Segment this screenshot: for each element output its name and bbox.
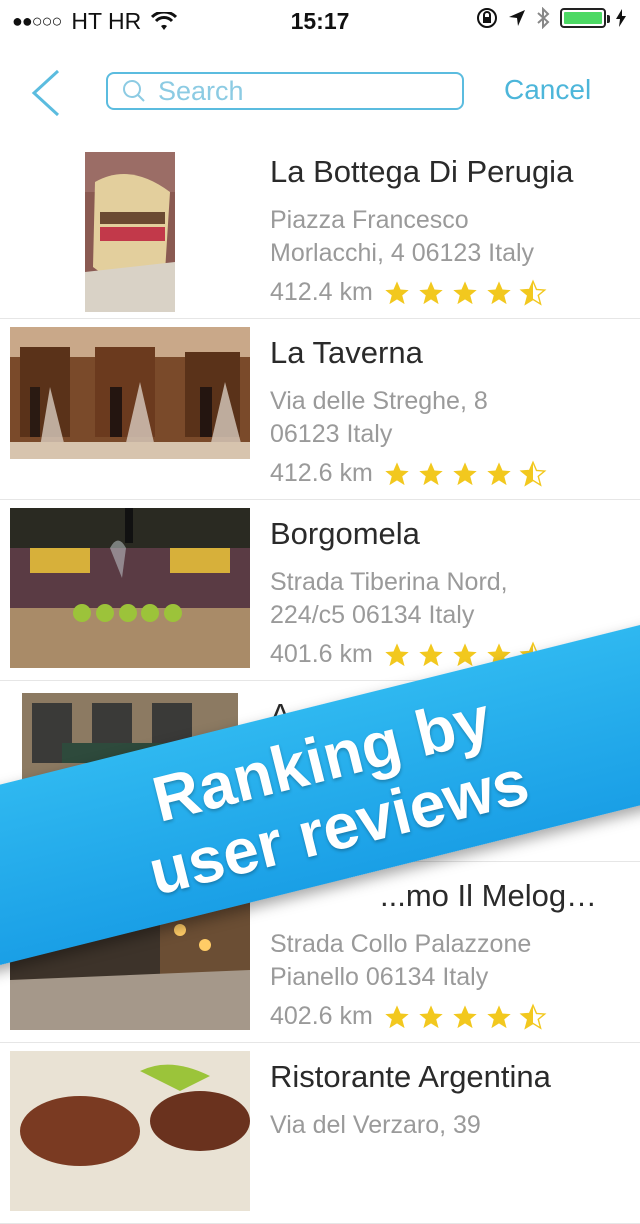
search-input[interactable]: [156, 74, 440, 108]
restaurant-address: Via delle Streghe, 8 06123 Italy: [270, 385, 625, 451]
star-icon: [385, 461, 409, 485]
restaurant-meta: 402.6 km: [270, 1002, 547, 1031]
address-line2: 06123 Italy: [270, 420, 393, 448]
back-chevron-icon[interactable]: [28, 68, 68, 118]
restaurant-name: La Taverna: [270, 335, 423, 370]
search-nav-bar: Cancel: [0, 60, 640, 126]
search-box[interactable]: [106, 72, 464, 110]
bluetooth-icon: [537, 7, 550, 29]
address-line2: Morlacchi, 4 06123 Italy: [270, 239, 535, 267]
star-icon: [487, 280, 511, 304]
restaurant-distance: 412.6 km: [270, 459, 373, 487]
star-icon: [419, 1004, 443, 1028]
restaurant-photo: [85, 152, 175, 312]
address-line2: Pianello 06134 Italy: [270, 963, 489, 991]
location-arrow-icon: [509, 10, 525, 26]
charging-icon: [616, 9, 626, 27]
restaurant-distance: 402.6 km: [270, 1002, 373, 1030]
address-line1: Via del Verzaro, 39: [270, 1111, 481, 1139]
star-icon: [385, 642, 409, 666]
address-line1: Via delle Streghe, 8: [270, 387, 488, 415]
star-icon: [419, 461, 443, 485]
restaurant-row[interactable]: La Taverna Via delle Streghe, 8 06123 It…: [0, 319, 640, 500]
star-icon: [419, 642, 443, 666]
restaurant-photo: [10, 1051, 250, 1211]
star-icon: [487, 1004, 511, 1028]
star-icon: [385, 280, 409, 304]
half-star-icon: [519, 279, 547, 306]
address-line1: Strada Tiberina Nord,: [270, 568, 508, 596]
restaurant-address: Strada Tiberina Nord, 224/c5 06134 Italy: [270, 566, 625, 632]
star-icon: [453, 1004, 477, 1028]
star-icon: [453, 642, 477, 666]
address-line2: 224/c5 06134 Italy: [270, 601, 475, 629]
restaurant-meta: 412.6 km: [270, 459, 547, 488]
restaurant-distance: 401.6 km: [270, 640, 373, 668]
restaurant-photo: [10, 327, 250, 459]
status-right: [476, 7, 626, 29]
star-icon: [487, 461, 511, 485]
star-icon: [385, 1004, 409, 1028]
cancel-button[interactable]: Cancel: [504, 74, 591, 106]
rating-stars: [383, 279, 547, 307]
status-bar: ●●○○○ HT HR 15:17: [0, 0, 640, 40]
lock-rotation-icon: [477, 8, 497, 28]
restaurant-row[interactable]: Ristorante Argentina Via del Verzaro, 39: [0, 1043, 640, 1224]
rating-stars: [383, 1003, 547, 1031]
restaurant-name: Borgomela: [270, 516, 420, 551]
restaurant-address: Piazza Francesco Morlacchi, 4 06123 Ital…: [270, 204, 625, 270]
restaurant-name: La Bottega Di Perugia: [270, 154, 574, 189]
search-icon: [123, 80, 145, 102]
half-star-icon: [519, 1003, 547, 1030]
restaurant-distance: 412.4 km: [270, 278, 373, 306]
half-star-icon: [519, 460, 547, 487]
star-icon: [453, 280, 477, 304]
restaurant-row[interactable]: La Bottega Di Perugia Piazza Francesco M…: [0, 138, 640, 319]
star-icon: [453, 461, 477, 485]
restaurant-address: Via del Verzaro, 39: [270, 1109, 625, 1142]
battery-icon: [560, 8, 610, 28]
restaurant-photo: [10, 508, 250, 668]
restaurant-name: Ristorante Argentina: [270, 1059, 551, 1094]
address-line1: Strada Collo Palazzone: [270, 930, 532, 958]
address-line1: Piazza Francesco: [270, 206, 469, 234]
restaurant-name: ...mo Il Melog…: [380, 878, 598, 913]
restaurant-meta: 412.4 km: [270, 278, 547, 307]
restaurant-address: Strada Collo Palazzone Pianello 06134 It…: [270, 928, 625, 994]
rating-stars: [383, 460, 547, 488]
star-icon: [419, 280, 443, 304]
